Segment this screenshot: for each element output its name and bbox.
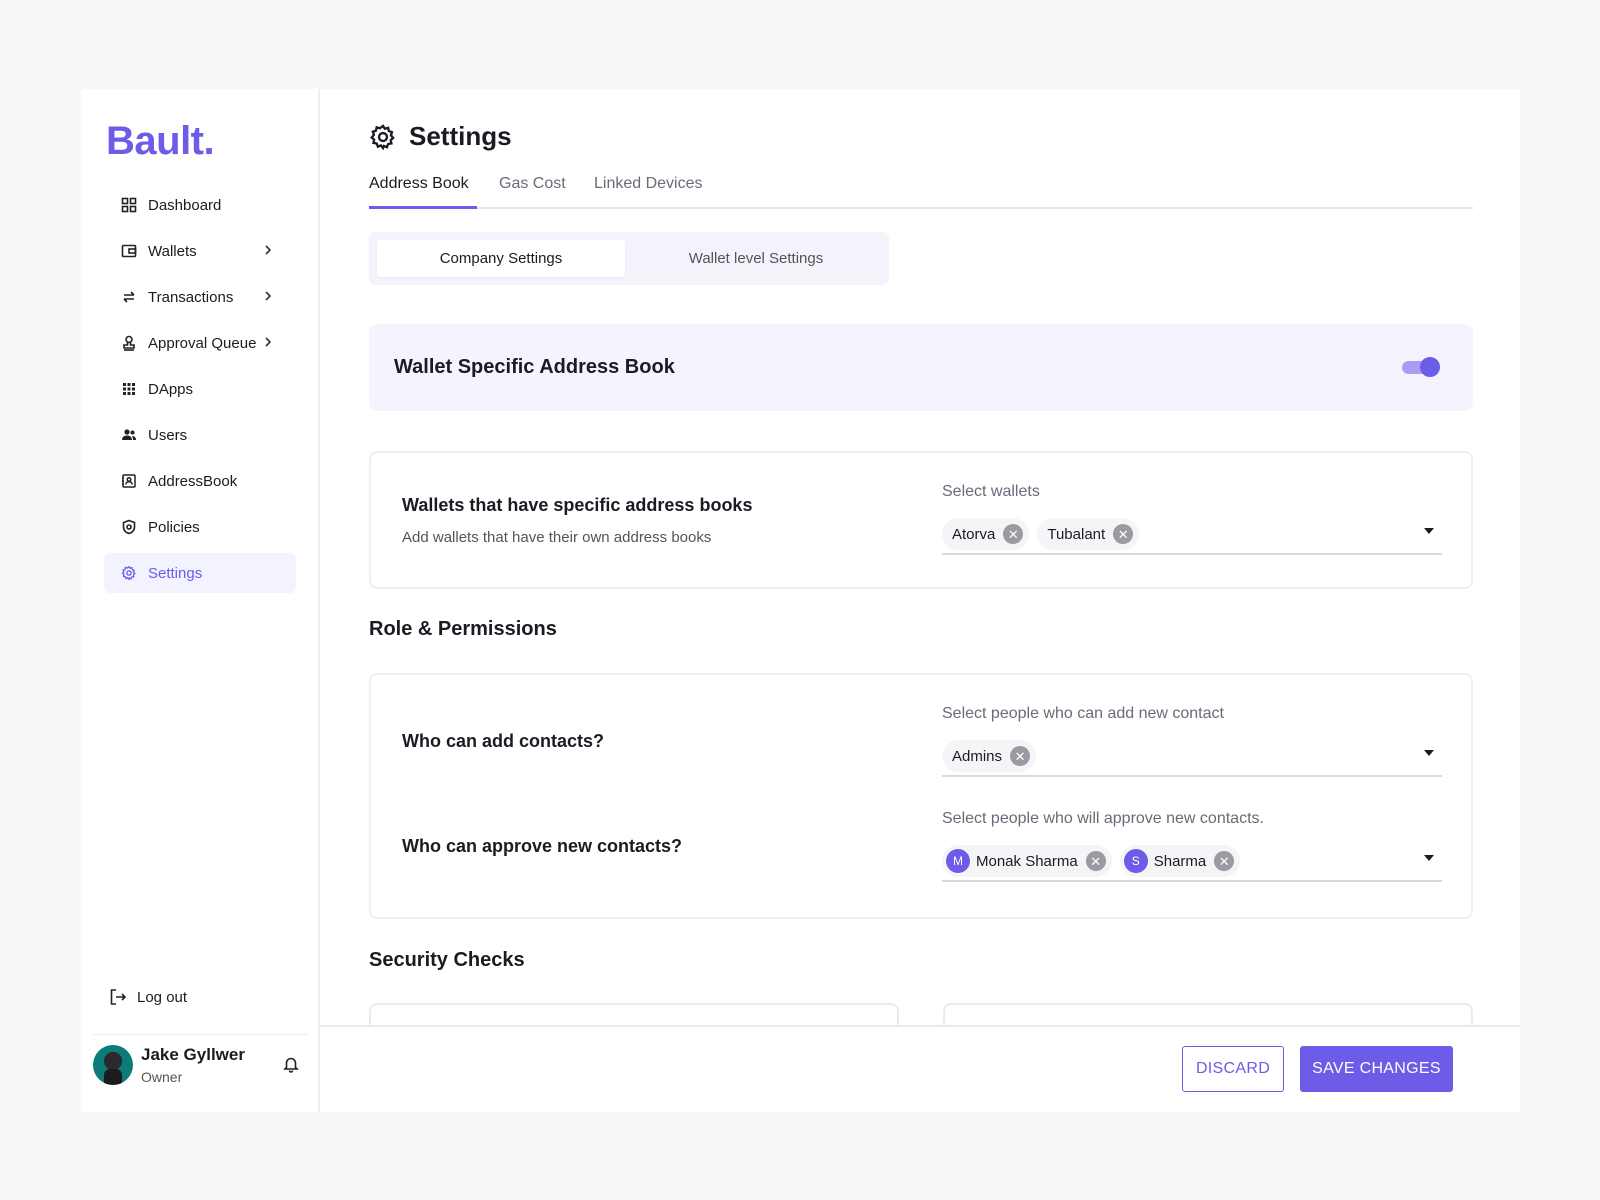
chip-label: Monak Sharma [976, 852, 1078, 870]
security-section-title: Security Checks [369, 949, 525, 971]
logout-label: Log out [137, 988, 188, 1006]
sidebar-item-label: Dashboard [148, 196, 222, 214]
sidebar: Bault. Dashboard Wallets Transactions Ap… [81, 89, 320, 1112]
select-add-field[interactable]: Admins ✕ [942, 739, 1442, 777]
chip: Atorva ✕ [942, 518, 1030, 550]
page-title: Settings [409, 121, 512, 151]
chip-label: Sharma [1153, 852, 1207, 870]
save-changes-button[interactable]: SAVE CHANGES [1300, 1046, 1453, 1092]
sidebar-nav: Dashboard Wallets Transactions Approval … [104, 185, 296, 599]
select-add-label: Select people who can add new contact [942, 705, 1224, 722]
chip-list: Admins ✕ [942, 739, 1044, 773]
wallets-address-book-card: Wallets that have specific address books… [369, 451, 1473, 589]
sidebar-item-label: Approval Queue [148, 334, 257, 352]
sidebar-item-settings[interactable]: Settings [104, 553, 296, 593]
bell-icon[interactable] [282, 1055, 302, 1075]
segment-wallet-level-settings[interactable]: Wallet level Settings [631, 240, 881, 277]
stamp-icon [120, 334, 138, 352]
logout-icon [109, 987, 129, 1007]
caret-down-icon[interactable] [1424, 750, 1434, 756]
chip: Tubalant ✕ [1037, 518, 1140, 550]
sidebar-item-label: Policies [148, 518, 200, 536]
sidebar-item-dapps[interactable]: DApps [104, 369, 296, 409]
user-profile: Jake Gyllwer Owner [93, 1045, 308, 1091]
brand-logo: Bault. [106, 119, 215, 163]
sidebar-divider [93, 1034, 308, 1035]
chevron-right-icon [260, 334, 276, 350]
grid-icon [120, 196, 138, 214]
remove-chip-icon[interactable]: ✕ [1010, 746, 1031, 766]
chip-label: Atorva [952, 525, 996, 543]
select-wallets-field[interactable]: Atorva ✕ Tubalant ✕ [942, 517, 1442, 555]
sidebar-item-dashboard[interactable]: Dashboard [104, 185, 296, 225]
app-window: Bault. Dashboard Wallets Transactions Ap… [81, 89, 1520, 1112]
caret-down-icon[interactable] [1424, 528, 1434, 534]
select-approve-field[interactable]: M Monak Sharma ✕ S Sharma ✕ [942, 844, 1442, 882]
addressbook-icon [120, 472, 138, 490]
sidebar-item-label: DApps [148, 380, 194, 398]
chip-avatar: S [1123, 849, 1148, 873]
tab-gas-cost[interactable]: Gas Cost [499, 175, 566, 209]
wallets-card-title: Wallets that have specific address books [402, 495, 753, 515]
approve-contacts-question: Who can approve new contacts? [402, 836, 683, 856]
select-wallets-label: Select wallets [942, 483, 1040, 500]
main-content: Settings Address Book Gas Cost Linked De… [320, 89, 1520, 1112]
select-approve-label: Select people who will approve new conta… [942, 810, 1264, 827]
roles-section-title: Role & Permissions [369, 618, 557, 640]
page-header: Settings [369, 121, 512, 152]
sidebar-item-policies[interactable]: Policies [104, 507, 296, 547]
users-icon [120, 426, 138, 444]
sidebar-item-users[interactable]: Users [104, 415, 296, 455]
chip: S Sharma ✕ [1119, 845, 1241, 877]
toggle-knob [1420, 357, 1440, 377]
wallets-card-subtitle: Add wallets that have their own address … [402, 529, 712, 546]
action-footer: DISCARD SAVE CHANGES [320, 1025, 1520, 1112]
roles-card: Who can add contacts? Select people who … [369, 673, 1473, 919]
remove-chip-icon[interactable]: ✕ [1113, 524, 1134, 544]
sidebar-item-label: Users [148, 426, 188, 444]
avatar[interactable] [93, 1045, 133, 1085]
remove-chip-icon[interactable]: ✕ [1003, 524, 1024, 544]
tab-linked-devices[interactable]: Linked Devices [594, 175, 703, 209]
remove-chip-icon[interactable]: ✕ [1214, 851, 1235, 871]
chip-list: M Monak Sharma ✕ S Sharma ✕ [942, 844, 1248, 878]
gear-icon [369, 123, 397, 151]
remove-chip-icon[interactable]: ✕ [1085, 851, 1106, 871]
user-name: Jake Gyllwer [141, 1045, 245, 1064]
caret-down-icon[interactable] [1424, 855, 1434, 861]
logout-button[interactable]: Log out [109, 987, 187, 1007]
apps-icon [120, 380, 138, 398]
banner-title: Wallet Specific Address Book [394, 356, 675, 378]
chip-avatar: M [946, 849, 970, 873]
sidebar-item-transactions[interactable]: Transactions [104, 277, 296, 317]
sidebar-item-label: Settings [148, 564, 203, 582]
chip: M Monak Sharma ✕ [942, 845, 1112, 877]
wallet-address-book-toggle[interactable] [1402, 357, 1440, 377]
sidebar-item-addressbook[interactable]: AddressBook [104, 461, 296, 501]
sidebar-item-wallets[interactable]: Wallets [104, 231, 296, 271]
sidebar-item-approval-queue[interactable]: Approval Queue [104, 323, 296, 363]
segment-company-settings[interactable]: Company Settings [377, 240, 625, 277]
shield-icon [120, 518, 138, 536]
wallet-address-book-banner: Wallet Specific Address Book [369, 324, 1473, 411]
chip: Admins ✕ [942, 740, 1037, 772]
tab-address-book[interactable]: Address Book [369, 175, 477, 209]
discard-button[interactable]: DISCARD [1182, 1046, 1284, 1092]
add-contacts-question: Who can add contacts? [402, 731, 605, 751]
user-role: Owner [141, 1069, 183, 1085]
wallet-icon [120, 242, 138, 260]
chevron-right-icon [260, 242, 276, 258]
settings-tabs: Address Book Gas Cost Linked Devices [369, 175, 1473, 209]
arrows-icon [120, 288, 138, 306]
gear-icon [120, 564, 138, 582]
chip-label: Admins [952, 747, 1003, 765]
chip-label: Tubalant [1047, 525, 1106, 543]
settings-scope-switch: Company Settings Wallet level Settings [369, 232, 889, 285]
chip-list: Atorva ✕ Tubalant ✕ [942, 517, 1147, 551]
chevron-right-icon [260, 288, 276, 304]
sidebar-item-label: AddressBook [148, 472, 238, 490]
sidebar-item-label: Wallets [148, 242, 197, 260]
sidebar-item-label: Transactions [148, 288, 234, 306]
